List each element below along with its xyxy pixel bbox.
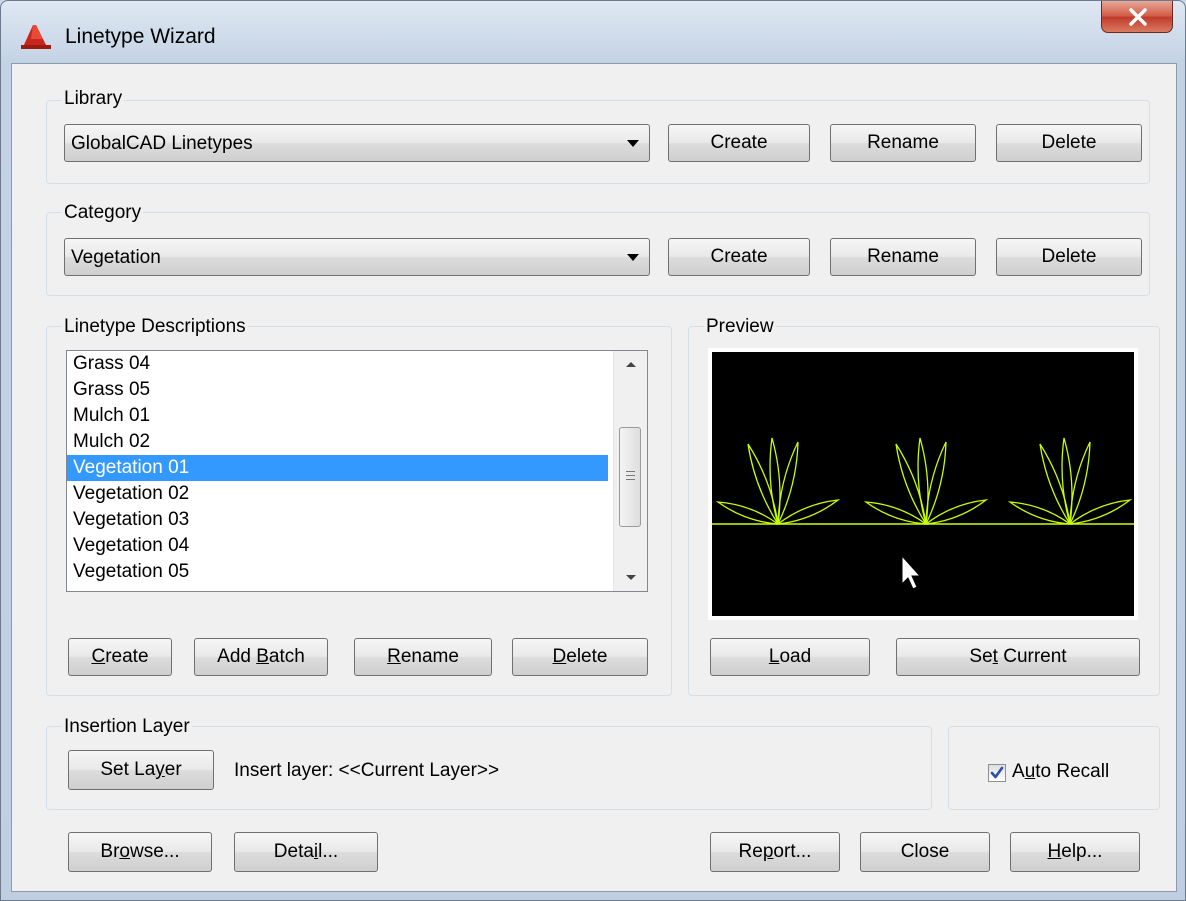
linetype-wizard-window: Linetype Wizard Library GlobalCAD Linety…: [0, 0, 1186, 901]
category-create-button[interactable]: Create: [668, 238, 810, 276]
category-delete-button[interactable]: Delete: [996, 238, 1142, 276]
descriptions-group-label: Linetype Descriptions: [62, 316, 248, 338]
category-dropdown-value: Vegetation: [71, 247, 161, 268]
list-item[interactable]: Grass 05: [67, 377, 608, 403]
description-delete-button[interactable]: Delete: [512, 638, 648, 676]
window-title: Linetype Wizard: [65, 25, 216, 48]
description-rename-button[interactable]: Rename: [354, 638, 492, 676]
list-item[interactable]: Vegetation 01: [67, 455, 608, 481]
vegetation-symbol: [715, 437, 841, 525]
insertion-layer-group-label: Insertion Layer: [62, 716, 192, 738]
checkmark-icon: [990, 766, 1004, 779]
vegetation-symbol: [863, 437, 989, 525]
category-group-label: Category: [62, 202, 144, 224]
mouse-pointer-icon: [901, 554, 922, 590]
library-delete-button[interactable]: Delete: [996, 124, 1142, 162]
insert-layer-text: Insert layer: <<Current Layer>>: [234, 760, 500, 781]
close-button[interactable]: Close: [860, 832, 990, 872]
app-icon: [21, 25, 51, 49]
chevron-down-icon: [627, 140, 639, 147]
chevron-down-icon: [627, 254, 639, 261]
category-rename-button[interactable]: Rename: [830, 238, 976, 276]
library-create-button[interactable]: Create: [668, 124, 810, 162]
preview-canvas: [712, 352, 1134, 616]
preview-group-label: Preview: [704, 316, 776, 338]
scroll-up-arrow-icon[interactable]: [614, 351, 647, 377]
linetype-list-items: Grass 04 Grass 05 Mulch 01 Mulch 02 Vegetati…: [67, 351, 647, 585]
library-rename-button[interactable]: Rename: [830, 124, 976, 162]
list-item[interactable]: Mulch 02: [67, 429, 608, 455]
linetype-preview-drawing: [712, 437, 1134, 590]
library-dropdown[interactable]: GlobalCAD Linetypes: [64, 124, 650, 162]
auto-recall-label[interactable]: Auto Recall: [1012, 761, 1109, 783]
list-scrollbar[interactable]: [613, 351, 647, 591]
scroll-down-arrow-icon[interactable]: [614, 565, 647, 591]
library-dropdown-value: GlobalCAD Linetypes: [71, 133, 253, 154]
vegetation-symbol: [1007, 437, 1133, 525]
close-icon: [1129, 8, 1147, 26]
list-item[interactable]: Vegetation 03: [67, 507, 608, 533]
list-item[interactable]: Mulch 01: [67, 403, 608, 429]
list-item[interactable]: Vegetation 04: [67, 533, 608, 559]
report-button[interactable]: Report...: [710, 832, 840, 872]
load-button[interactable]: Load: [710, 638, 870, 676]
list-item[interactable]: Grass 04: [67, 351, 608, 377]
auto-recall-checkbox[interactable]: [988, 764, 1006, 782]
dialog-body: Library GlobalCAD Linetypes Create Renam…: [11, 63, 1177, 892]
linetype-preview: [708, 348, 1138, 620]
linetype-list[interactable]: Grass 04 Grass 05 Mulch 01 Mulch 02 Vegetati…: [66, 350, 648, 592]
category-dropdown[interactable]: Vegetation: [64, 238, 650, 276]
description-create-button[interactable]: Create: [68, 638, 172, 676]
help-button[interactable]: Help...: [1010, 832, 1140, 872]
list-item[interactable]: Vegetation 02: [67, 481, 608, 507]
list-item[interactable]: Vegetation 05: [67, 559, 608, 585]
set-layer-button[interactable]: Set Layer: [68, 750, 214, 790]
title-bar[interactable]: Linetype Wizard: [1, 1, 1185, 63]
set-current-button[interactable]: Set Current: [896, 638, 1140, 676]
add-batch-button[interactable]: Add Batch: [194, 638, 328, 676]
library-group-label: Library: [62, 88, 125, 110]
browse-button[interactable]: Browse...: [68, 832, 212, 872]
close-window-button[interactable]: [1101, 1, 1173, 33]
scroll-thumb[interactable]: [619, 427, 641, 527]
detail-button[interactable]: Detail...: [234, 832, 378, 872]
